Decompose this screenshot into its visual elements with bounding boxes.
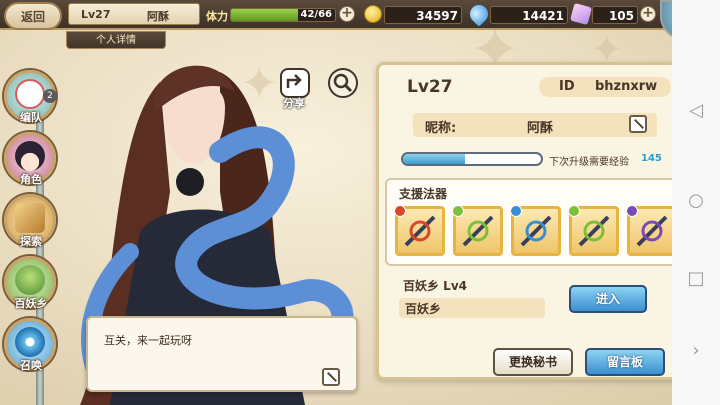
dialog-text: 互关，来一起玩呀 [104, 334, 192, 347]
player-level-box: Lv27 阿酥 [68, 3, 200, 25]
summon-icon [15, 327, 45, 357]
village-name: 百妖乡 [405, 302, 442, 316]
stamina-value: 42/66 [300, 9, 332, 20]
panel-level: Lv27 [407, 77, 453, 97]
pencil-icon [634, 119, 644, 129]
village-name-field: 百妖乡 [399, 298, 545, 318]
player-info-panel: Lv27 ID bhznxrw 昵称: 阿酥 下次升级需要经验 145 支援法器… [376, 62, 688, 380]
dagger-glyph [636, 215, 668, 247]
menu-item-explore[interactable]: 探索 [4, 194, 56, 248]
player-level: Lv27 [81, 8, 111, 21]
exp-label: 下次升级需要经验 [549, 157, 629, 168]
crossbow-icon[interactable] [452, 205, 503, 256]
menu-item-label: 召唤 [20, 359, 42, 372]
village-title: 百妖乡 Lv4 [403, 279, 467, 293]
nav-home-icon[interactable]: ○ [672, 190, 720, 211]
back-button[interactable]: 返回 [4, 2, 62, 30]
golden-ring-icon[interactable] [568, 205, 619, 256]
menu-item-label: 编队 [20, 111, 42, 124]
nav-recents-icon[interactable]: □ [672, 268, 720, 289]
change-secretary-button[interactable]: 更换秘书 [493, 348, 573, 376]
player-id-pill: ID bhznxrw [539, 77, 671, 97]
crystal-icon [569, 2, 593, 26]
add-stamina-button[interactable]: + [339, 6, 355, 22]
share-icon [286, 74, 302, 88]
water-drop-icon [466, 1, 492, 27]
red-fan-icon[interactable] [394, 205, 445, 256]
share-label: 分享 [283, 97, 305, 110]
tab-profile-details[interactable]: 个人详情 [66, 31, 166, 49]
left-menu: 2 编队 角色 探索 百妖乡 召唤 [0, 48, 64, 405]
menu-item-label: 探索 [20, 235, 42, 248]
id-label: ID [559, 79, 575, 94]
menu-item-character[interactable]: 角色 [4, 132, 56, 186]
game-screen: ✦ ✦ ✦ ✦ 返回 Lv27 阿酥 体力 42/66 + 34597 1442… [0, 0, 720, 405]
water-amount: 14421 [522, 9, 564, 23]
dagger-icon[interactable] [626, 205, 677, 256]
stamina-bar-fill [231, 9, 298, 21]
message-board-button[interactable]: 留言板 [585, 348, 665, 376]
exp-value: 145 [641, 153, 662, 164]
formation-badge: 2 [43, 89, 57, 103]
crossbow-glyph [462, 215, 494, 247]
character-glove [176, 168, 204, 196]
gold-coin-icon [364, 5, 382, 23]
nickname-label: 昵称: [425, 121, 457, 136]
exp-bar-fill [403, 154, 466, 164]
nav-expand-icon[interactable]: › [672, 340, 720, 361]
share-button[interactable] [280, 68, 310, 98]
nickname-field: 昵称: 阿酥 [413, 113, 657, 137]
add-crystal-button[interactable]: + [640, 6, 656, 22]
edit-nickname-button[interactable] [629, 115, 647, 133]
demon-village-icon [15, 265, 45, 295]
nickname-value: 阿酥 [527, 121, 554, 136]
stamina-label: 体力 [206, 10, 228, 23]
enter-village-button[interactable]: 进入 [569, 285, 647, 313]
secretary-dialog: 互关，来一起玩呀 [86, 316, 358, 392]
menu-item-formation[interactable]: 2 编队 [4, 70, 57, 124]
exp-bar [401, 152, 543, 166]
player-nickname: 阿酥 [147, 10, 169, 23]
support-artifacts-box: 支援法器 [385, 178, 683, 266]
menu-item-demon-village[interactable]: 百妖乡 [4, 256, 56, 310]
crystal-amount: 105 [608, 9, 634, 23]
gold-amount: 34597 [416, 9, 458, 23]
formation-icon [15, 79, 45, 109]
potion-bottle-icon[interactable] [510, 205, 561, 256]
red-fan-glyph [404, 215, 436, 247]
potion-bottle-glyph [520, 215, 552, 247]
menu-item-label: 角色 [20, 173, 42, 186]
golden-ring-glyph [578, 215, 610, 247]
pencil-icon [327, 372, 337, 382]
id-value: bhznxrw [595, 79, 658, 94]
edit-dialog-button[interactable] [322, 368, 340, 386]
support-title: 支援法器 [399, 187, 448, 201]
search-icon [333, 73, 353, 93]
android-nav-bar: ◁ ○ □ › [672, 0, 720, 405]
search-button[interactable] [328, 68, 358, 98]
explore-icon [15, 203, 45, 233]
menu-item-summon[interactable]: 召唤 [4, 318, 56, 372]
menu-item-label: 百妖乡 [14, 297, 48, 310]
nav-back-icon[interactable]: ◁ [672, 100, 720, 121]
top-bar: 返回 Lv27 阿酥 体力 42/66 + 34597 14421 105 + [0, 0, 672, 30]
character-icon [15, 141, 45, 171]
